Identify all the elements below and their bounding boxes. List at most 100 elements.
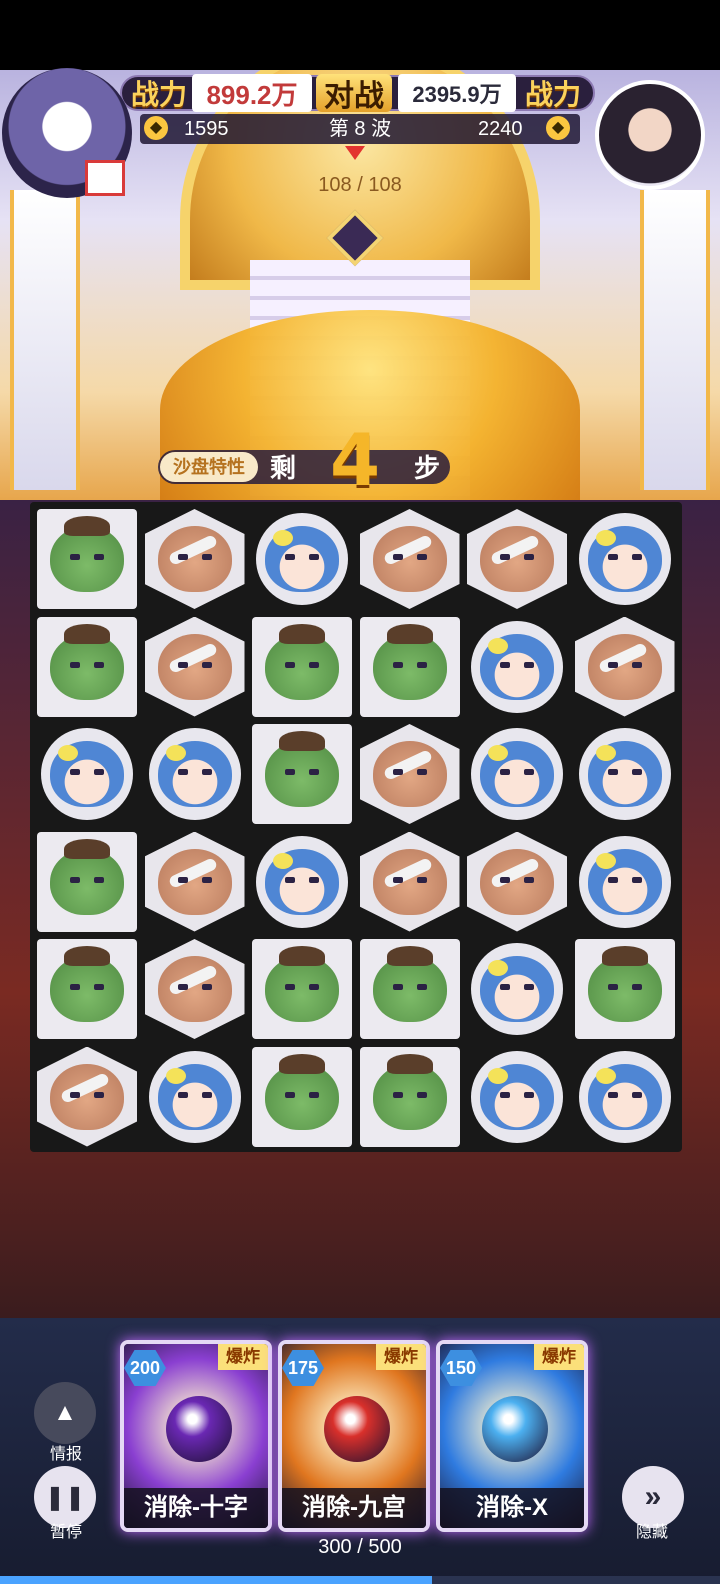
board-tile-ogre[interactable] xyxy=(144,831,245,932)
orc-icon xyxy=(50,946,124,1022)
ogre-icon xyxy=(480,526,554,592)
skill-card[interactable]: 200 爆炸 消除-十字 xyxy=(120,1340,272,1532)
orc-icon xyxy=(50,516,124,592)
board-tile-ogre[interactable] xyxy=(144,939,245,1039)
board-tile-orc[interactable] xyxy=(359,616,460,717)
skill-name: 消除-十字 xyxy=(124,1488,268,1528)
board-tile-orc[interactable] xyxy=(37,939,137,1039)
skill-tag: 爆炸 xyxy=(376,1344,426,1370)
board-tile-orc[interactable] xyxy=(359,1046,460,1147)
board-tile-girl[interactable] xyxy=(467,1047,567,1147)
board-tile-ogre[interactable] xyxy=(467,831,567,932)
girl-icon xyxy=(265,848,339,915)
girl-icon xyxy=(157,741,232,807)
board-tile-girl[interactable] xyxy=(575,832,675,932)
status-area xyxy=(0,0,720,70)
pause-label: 暂停 xyxy=(49,1524,82,1541)
gift-icon[interactable] xyxy=(85,160,125,196)
board-tile-orc[interactable] xyxy=(252,724,352,824)
girl-icon xyxy=(587,1063,662,1130)
board-tile-girl[interactable] xyxy=(145,1047,245,1147)
girl-icon xyxy=(480,633,554,700)
board-tile-girl[interactable] xyxy=(467,939,567,1039)
bell-icon: ▲ xyxy=(53,1399,77,1426)
skill-tag: 爆炸 xyxy=(534,1344,584,1370)
board-tile-orc[interactable] xyxy=(359,939,460,1039)
double-chevron-icon: » xyxy=(644,1480,662,1513)
orc-icon xyxy=(372,623,447,700)
steps-prefix: 剩 xyxy=(270,453,297,483)
gems-left: 1595 xyxy=(184,118,229,140)
power-label-left: 战力 xyxy=(130,79,187,110)
pillar xyxy=(10,190,80,490)
girl-icon xyxy=(50,741,124,807)
board-tile-ogre[interactable] xyxy=(37,1046,137,1147)
power-label-right: 战力 xyxy=(524,79,581,110)
boss-marker-icon xyxy=(345,146,365,160)
boss-hp: 108 / 108 xyxy=(318,174,402,196)
board-tile-girl[interactable] xyxy=(467,617,567,717)
board-tile-girl[interactable] xyxy=(467,724,567,824)
board-tile-girl[interactable] xyxy=(575,1047,675,1147)
board-tile-ogre[interactable] xyxy=(144,509,245,609)
board-tile-ogre[interactable] xyxy=(574,616,675,717)
skill-name: 消除-九宫 xyxy=(282,1488,426,1528)
girl-icon xyxy=(480,1063,554,1130)
info-button[interactable]: ▲ xyxy=(34,1382,96,1444)
board-tile-orc[interactable] xyxy=(252,616,352,717)
board-tile-orc[interactable] xyxy=(37,616,137,717)
pillar xyxy=(640,190,710,490)
board-tile-orc[interactable] xyxy=(252,939,352,1039)
bomb-icon xyxy=(324,1396,390,1462)
board-tile-ogre[interactable] xyxy=(359,724,460,824)
board-tile-girl[interactable] xyxy=(252,509,352,609)
power-value-right: 2395.9万 xyxy=(398,74,516,112)
board-tile-ogre[interactable] xyxy=(144,616,245,717)
board-tile-orc[interactable] xyxy=(37,509,137,609)
sandbox-trait-button[interactable]: 沙盘特性 xyxy=(160,452,258,482)
ogre-icon xyxy=(372,741,447,807)
ogre-icon xyxy=(157,633,232,700)
match-board xyxy=(30,502,682,1152)
pause-icon: ❚❚ xyxy=(44,1483,86,1511)
orc-icon xyxy=(265,1053,339,1130)
girl-icon xyxy=(587,848,662,915)
skill-name: 消除-X xyxy=(440,1488,584,1528)
orc-icon xyxy=(50,838,124,915)
gem-icon-left: ◆ xyxy=(144,116,168,140)
steps-count: 4 xyxy=(330,418,381,502)
board-tile-girl[interactable] xyxy=(145,724,245,824)
girl-icon xyxy=(587,526,662,592)
energy-bar-fill xyxy=(0,1576,432,1584)
board-tile-girl[interactable] xyxy=(575,724,675,824)
ogre-icon xyxy=(372,848,447,915)
orc-icon xyxy=(265,946,339,1022)
board-tile-ogre[interactable] xyxy=(467,509,567,609)
orc-icon xyxy=(265,623,339,700)
girl-icon xyxy=(265,526,339,592)
energy-counter: 300 / 500 xyxy=(318,1536,402,1558)
girl-icon xyxy=(157,1063,232,1130)
bomb-icon xyxy=(166,1396,232,1462)
skill-card[interactable]: 150 爆炸 消除-X xyxy=(436,1340,588,1532)
bomb-icon xyxy=(482,1396,548,1462)
board-tile-girl[interactable] xyxy=(252,832,352,932)
gems-right: 2240 xyxy=(478,118,523,140)
board-tile-orc[interactable] xyxy=(252,1046,352,1147)
board-tile-orc[interactable] xyxy=(37,831,137,932)
board-tile-ogre[interactable] xyxy=(359,831,460,932)
hide-label: 隐藏 xyxy=(635,1524,668,1541)
board-tile-orc[interactable] xyxy=(574,939,675,1039)
skill-card[interactable]: 175 爆炸 消除-九宫 xyxy=(278,1340,430,1532)
opponent-avatar[interactable] xyxy=(595,80,705,190)
board-tile-ogre[interactable] xyxy=(359,509,460,609)
ogre-icon xyxy=(372,526,447,592)
info-label: 情报 xyxy=(49,1446,82,1463)
power-value-left: 899.2万 xyxy=(192,74,312,112)
board-tile-girl[interactable] xyxy=(575,509,675,609)
board-tile-girl[interactable] xyxy=(37,724,137,824)
orc-icon xyxy=(265,731,339,807)
vs-label: 对战 xyxy=(316,74,392,113)
steps-suffix: 步 xyxy=(414,453,441,483)
ogre-icon xyxy=(587,633,662,700)
